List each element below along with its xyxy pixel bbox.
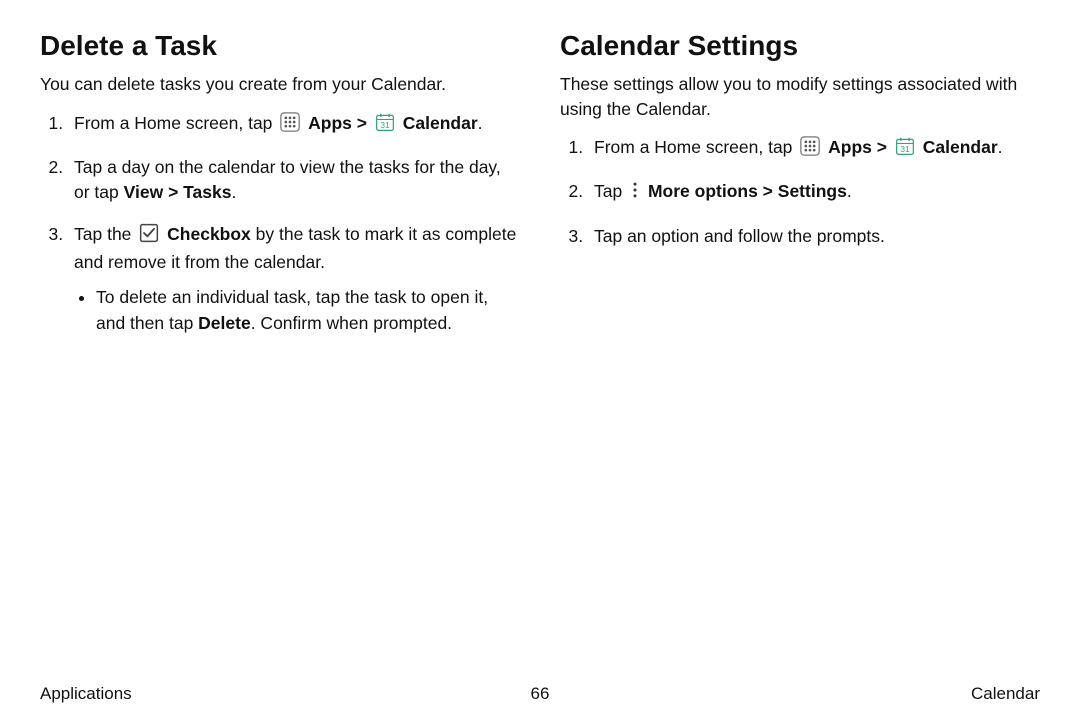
steps-calendar-settings: From a Home screen, tap Apps >: [560, 135, 1040, 249]
substeps: To delete an individual task, tap the ta…: [74, 285, 520, 336]
separator: >: [357, 113, 372, 133]
right-column: Calendar Settings These settings allow y…: [560, 30, 1040, 674]
substep-text: . Confirm when prompted.: [251, 313, 452, 333]
page-number: 66: [40, 684, 1040, 704]
step-1: From a Home screen, tap Apps >: [588, 135, 1040, 163]
period: .: [847, 181, 852, 201]
calendar-label: Calendar: [923, 137, 998, 157]
tasks-label: Tasks: [183, 182, 231, 202]
intro-calendar-settings: These settings allow you to modify setti…: [560, 72, 1040, 121]
left-column: Delete a Task You can delete tasks you c…: [40, 30, 520, 674]
footer-right: Calendar: [971, 684, 1040, 704]
apps-label: Apps: [828, 137, 872, 157]
steps-delete-task: From a Home screen, tap Apps >: [40, 111, 520, 337]
page-footer: Applications 66 Calendar: [40, 674, 1040, 704]
apps-label: Apps: [308, 113, 352, 133]
substep-1: To delete an individual task, tap the ta…: [96, 285, 520, 336]
step-3: Tap an option and follow the prompts.: [588, 224, 1040, 249]
separator: >: [877, 137, 892, 157]
step-3: Tap the Checkbox by the task to mark it …: [68, 222, 520, 337]
step-2: Tap a day on the calendar to view the ta…: [68, 155, 520, 206]
period: .: [998, 137, 1003, 157]
calendar-label: Calendar: [403, 113, 478, 133]
step-text: From a Home screen, tap: [594, 137, 797, 157]
checkbox-label: Checkbox: [167, 224, 251, 244]
checkbox-icon: [139, 223, 159, 250]
period: .: [231, 182, 236, 202]
separator: >: [758, 181, 778, 201]
delete-label: Delete: [198, 313, 251, 333]
view-label: View: [124, 182, 164, 202]
section-title-delete-task: Delete a Task: [40, 30, 520, 62]
step-text: Tap: [594, 181, 627, 201]
more-options-label: More options: [648, 181, 758, 201]
calendar-icon: 31: [375, 112, 395, 139]
step-text: Tap the: [74, 224, 136, 244]
footer-left: Applications: [40, 684, 132, 704]
section-title-calendar-settings: Calendar Settings: [560, 30, 1040, 62]
step-1: From a Home screen, tap Apps >: [68, 111, 520, 139]
svg-text:31: 31: [900, 144, 910, 154]
step-text: From a Home screen, tap: [74, 113, 277, 133]
intro-delete-task: You can delete tasks you create from you…: [40, 72, 520, 97]
step-2: Tap More options > Settings.: [588, 179, 1040, 207]
more-options-icon: [630, 180, 640, 207]
svg-text:31: 31: [380, 119, 390, 129]
apps-icon: [280, 112, 300, 139]
step-text: Tap an option and follow the prompts.: [594, 226, 885, 246]
apps-icon: [800, 136, 820, 163]
period: .: [478, 113, 483, 133]
separator: >: [163, 182, 183, 202]
calendar-icon: 31: [895, 136, 915, 163]
settings-label: Settings: [778, 181, 847, 201]
